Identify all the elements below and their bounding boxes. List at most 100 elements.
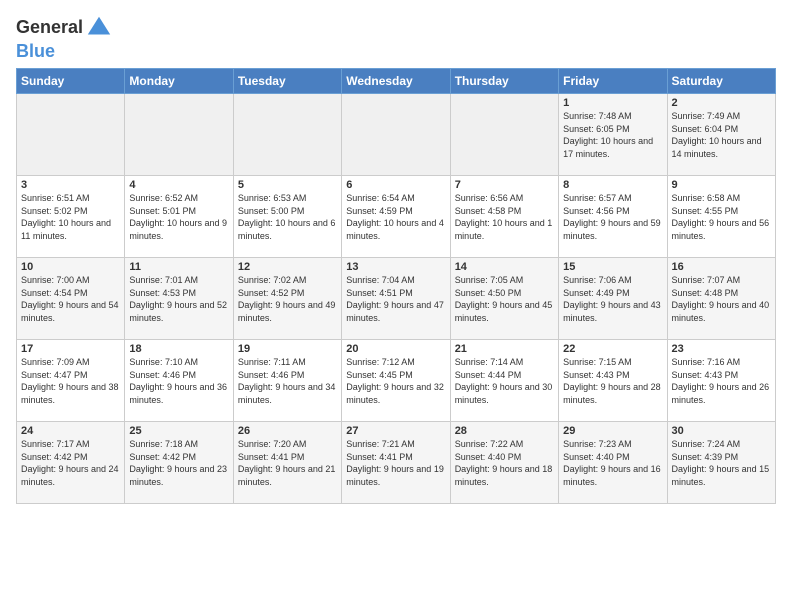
day-number: 15 — [563, 261, 662, 273]
calendar-cell: 1Sunrise: 7:48 AM Sunset: 6:05 PM Daylig… — [559, 94, 667, 176]
calendar-cell: 30Sunrise: 7:24 AM Sunset: 4:39 PM Dayli… — [667, 422, 775, 504]
header: General Blue — [16, 10, 776, 62]
day-number: 21 — [455, 343, 554, 355]
day-number: 26 — [238, 425, 337, 437]
day-number: 16 — [672, 261, 771, 273]
day-number: 5 — [238, 179, 337, 191]
week-row-3: 10Sunrise: 7:00 AM Sunset: 4:54 PM Dayli… — [17, 258, 776, 340]
logo-icon — [85, 14, 113, 42]
day-info: Sunrise: 7:12 AM Sunset: 4:45 PM Dayligh… — [346, 356, 445, 406]
calendar-cell: 24Sunrise: 7:17 AM Sunset: 4:42 PM Dayli… — [17, 422, 125, 504]
calendar-cell: 4Sunrise: 6:52 AM Sunset: 5:01 PM Daylig… — [125, 176, 233, 258]
day-number: 18 — [129, 343, 228, 355]
day-info: Sunrise: 7:05 AM Sunset: 4:50 PM Dayligh… — [455, 274, 554, 324]
day-number: 22 — [563, 343, 662, 355]
calendar-cell: 21Sunrise: 7:14 AM Sunset: 4:44 PM Dayli… — [450, 340, 558, 422]
day-info: Sunrise: 7:22 AM Sunset: 4:40 PM Dayligh… — [455, 438, 554, 488]
day-number: 6 — [346, 179, 445, 191]
calendar-cell: 25Sunrise: 7:18 AM Sunset: 4:42 PM Dayli… — [125, 422, 233, 504]
calendar-cell: 17Sunrise: 7:09 AM Sunset: 4:47 PM Dayli… — [17, 340, 125, 422]
day-info: Sunrise: 7:10 AM Sunset: 4:46 PM Dayligh… — [129, 356, 228, 406]
week-row-2: 3Sunrise: 6:51 AM Sunset: 5:02 PM Daylig… — [17, 176, 776, 258]
day-info: Sunrise: 7:20 AM Sunset: 4:41 PM Dayligh… — [238, 438, 337, 488]
day-info: Sunrise: 6:53 AM Sunset: 5:00 PM Dayligh… — [238, 192, 337, 242]
calendar-cell: 9Sunrise: 6:58 AM Sunset: 4:55 PM Daylig… — [667, 176, 775, 258]
day-number: 3 — [21, 179, 120, 191]
calendar-cell: 26Sunrise: 7:20 AM Sunset: 4:41 PM Dayli… — [233, 422, 341, 504]
day-number: 1 — [563, 97, 662, 109]
weekday-header-sunday: Sunday — [17, 69, 125, 94]
calendar-table: SundayMondayTuesdayWednesdayThursdayFrid… — [16, 68, 776, 504]
calendar-cell — [450, 94, 558, 176]
logo: General Blue — [16, 14, 113, 62]
weekday-header-wednesday: Wednesday — [342, 69, 450, 94]
day-info: Sunrise: 7:06 AM Sunset: 4:49 PM Dayligh… — [563, 274, 662, 324]
day-info: Sunrise: 7:01 AM Sunset: 4:53 PM Dayligh… — [129, 274, 228, 324]
weekday-header-thursday: Thursday — [450, 69, 558, 94]
weekday-header-friday: Friday — [559, 69, 667, 94]
day-info: Sunrise: 7:11 AM Sunset: 4:46 PM Dayligh… — [238, 356, 337, 406]
calendar-cell: 27Sunrise: 7:21 AM Sunset: 4:41 PM Dayli… — [342, 422, 450, 504]
calendar-cell — [342, 94, 450, 176]
day-number: 23 — [672, 343, 771, 355]
day-number: 13 — [346, 261, 445, 273]
calendar-cell: 16Sunrise: 7:07 AM Sunset: 4:48 PM Dayli… — [667, 258, 775, 340]
day-info: Sunrise: 7:49 AM Sunset: 6:04 PM Dayligh… — [672, 110, 771, 160]
day-number: 4 — [129, 179, 228, 191]
day-number: 8 — [563, 179, 662, 191]
calendar-cell: 5Sunrise: 6:53 AM Sunset: 5:00 PM Daylig… — [233, 176, 341, 258]
calendar-cell: 7Sunrise: 6:56 AM Sunset: 4:58 PM Daylig… — [450, 176, 558, 258]
day-number: 12 — [238, 261, 337, 273]
calendar-cell — [125, 94, 233, 176]
calendar-cell: 10Sunrise: 7:00 AM Sunset: 4:54 PM Dayli… — [17, 258, 125, 340]
day-info: Sunrise: 7:14 AM Sunset: 4:44 PM Dayligh… — [455, 356, 554, 406]
day-info: Sunrise: 7:21 AM Sunset: 4:41 PM Dayligh… — [346, 438, 445, 488]
page: General Blue SundayMondayTuesdayWednesda… — [0, 0, 792, 514]
day-number: 28 — [455, 425, 554, 437]
day-number: 29 — [563, 425, 662, 437]
day-number: 9 — [672, 179, 771, 191]
week-row-4: 17Sunrise: 7:09 AM Sunset: 4:47 PM Dayli… — [17, 340, 776, 422]
calendar-cell: 18Sunrise: 7:10 AM Sunset: 4:46 PM Dayli… — [125, 340, 233, 422]
day-info: Sunrise: 7:16 AM Sunset: 4:43 PM Dayligh… — [672, 356, 771, 406]
day-info: Sunrise: 7:48 AM Sunset: 6:05 PM Dayligh… — [563, 110, 662, 160]
day-info: Sunrise: 7:17 AM Sunset: 4:42 PM Dayligh… — [21, 438, 120, 488]
calendar-cell: 2Sunrise: 7:49 AM Sunset: 6:04 PM Daylig… — [667, 94, 775, 176]
day-number: 11 — [129, 261, 228, 273]
day-info: Sunrise: 7:18 AM Sunset: 4:42 PM Dayligh… — [129, 438, 228, 488]
day-info: Sunrise: 7:23 AM Sunset: 4:40 PM Dayligh… — [563, 438, 662, 488]
weekday-header-saturday: Saturday — [667, 69, 775, 94]
calendar-cell: 14Sunrise: 7:05 AM Sunset: 4:50 PM Dayli… — [450, 258, 558, 340]
day-number: 17 — [21, 343, 120, 355]
calendar-cell: 22Sunrise: 7:15 AM Sunset: 4:43 PM Dayli… — [559, 340, 667, 422]
calendar-cell — [233, 94, 341, 176]
week-row-5: 24Sunrise: 7:17 AM Sunset: 4:42 PM Dayli… — [17, 422, 776, 504]
day-number: 2 — [672, 97, 771, 109]
calendar-cell: 3Sunrise: 6:51 AM Sunset: 5:02 PM Daylig… — [17, 176, 125, 258]
day-number: 10 — [21, 261, 120, 273]
day-number: 20 — [346, 343, 445, 355]
calendar-cell: 19Sunrise: 7:11 AM Sunset: 4:46 PM Dayli… — [233, 340, 341, 422]
day-info: Sunrise: 6:54 AM Sunset: 4:59 PM Dayligh… — [346, 192, 445, 242]
day-number: 7 — [455, 179, 554, 191]
calendar-cell: 15Sunrise: 7:06 AM Sunset: 4:49 PM Dayli… — [559, 258, 667, 340]
calendar-cell: 6Sunrise: 6:54 AM Sunset: 4:59 PM Daylig… — [342, 176, 450, 258]
weekday-header-tuesday: Tuesday — [233, 69, 341, 94]
day-number: 27 — [346, 425, 445, 437]
day-number: 24 — [21, 425, 120, 437]
weekday-header-monday: Monday — [125, 69, 233, 94]
calendar-cell: 12Sunrise: 7:02 AM Sunset: 4:52 PM Dayli… — [233, 258, 341, 340]
day-info: Sunrise: 6:51 AM Sunset: 5:02 PM Dayligh… — [21, 192, 120, 242]
calendar-cell: 29Sunrise: 7:23 AM Sunset: 4:40 PM Dayli… — [559, 422, 667, 504]
calendar-cell: 20Sunrise: 7:12 AM Sunset: 4:45 PM Dayli… — [342, 340, 450, 422]
calendar-cell: 11Sunrise: 7:01 AM Sunset: 4:53 PM Dayli… — [125, 258, 233, 340]
day-info: Sunrise: 6:57 AM Sunset: 4:56 PM Dayligh… — [563, 192, 662, 242]
calendar-cell: 28Sunrise: 7:22 AM Sunset: 4:40 PM Dayli… — [450, 422, 558, 504]
week-row-1: 1Sunrise: 7:48 AM Sunset: 6:05 PM Daylig… — [17, 94, 776, 176]
weekday-header-row: SundayMondayTuesdayWednesdayThursdayFrid… — [17, 69, 776, 94]
day-number: 30 — [672, 425, 771, 437]
calendar-cell: 8Sunrise: 6:57 AM Sunset: 4:56 PM Daylig… — [559, 176, 667, 258]
day-info: Sunrise: 6:56 AM Sunset: 4:58 PM Dayligh… — [455, 192, 554, 242]
logo-text-blue: Blue — [16, 41, 55, 61]
day-info: Sunrise: 7:15 AM Sunset: 4:43 PM Dayligh… — [563, 356, 662, 406]
